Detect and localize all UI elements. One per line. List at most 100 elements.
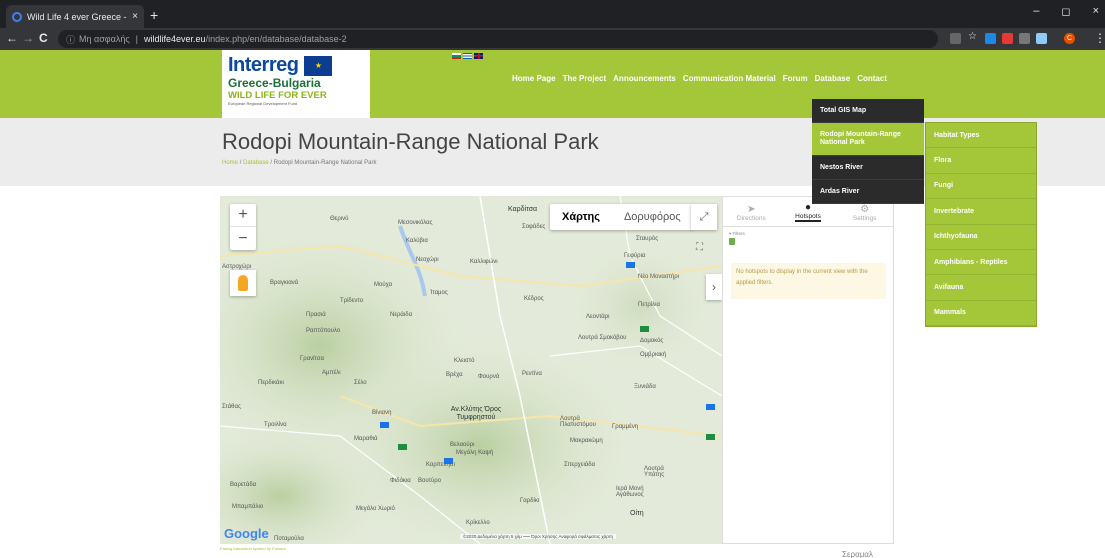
zoom-in-button[interactable]: +	[230, 204, 256, 227]
window-controls: – ◻ ×	[1033, 5, 1099, 18]
extension-icon[interactable]	[1036, 33, 1047, 44]
map-place-label: Κρίκελλο	[466, 520, 490, 526]
logo-subtitle: European Regional Development Fund	[228, 101, 298, 106]
submenu-invertebrate[interactable]: Invertebrate	[926, 199, 1036, 225]
new-tab-button[interactable]: +	[150, 7, 158, 23]
map-place-label: Ίταμος	[430, 290, 448, 296]
street-view-pegman-icon[interactable]	[230, 270, 256, 296]
breadcrumb-database[interactable]: Database	[243, 160, 269, 166]
map-place-label: Ραπτόπουλο	[306, 328, 341, 334]
security-label: Μη ασφαλής	[79, 34, 130, 44]
map-type-satellite-button[interactable]: Δορυφόρος	[612, 204, 693, 230]
map-view[interactable]: Καρδίτσα Θερινό Μεσονικόλας Καλύβια Νεοχ…	[220, 196, 722, 544]
site-logo[interactable]: Interreg ★ Greece-Bulgaria WILD LIFE FOR…	[222, 50, 370, 118]
map-place-label: Γραμμένη	[612, 424, 639, 430]
map-place-label: Καρδίτσα	[508, 206, 538, 213]
filter-marker-icon[interactable]	[729, 238, 735, 245]
logo-greece-bulgaria: Greece-Bulgaria	[228, 76, 321, 90]
map-place-label: Στάθας	[222, 404, 241, 410]
translate-icon[interactable]	[950, 33, 961, 44]
page-title: Rodopi Mountain-Range National Park	[222, 129, 599, 154]
database-dropdown: Total GIS Map Rodopi Mountain-Range Nati…	[812, 99, 924, 204]
map-place-label: Μεσονικόλας	[398, 220, 433, 226]
extension-icon[interactable]	[1019, 33, 1030, 44]
map-place-label: Μεγάλη Καψή	[456, 450, 494, 456]
dropdown-nestos[interactable]: Nestos River	[812, 156, 924, 180]
map-attribution[interactable]: ©2020 Δεδομένα χάρτη 5 χλμ ⎯⎯⎯ Όροι Χρήσ…	[460, 534, 617, 539]
reload-icon[interactable]: C	[39, 31, 48, 45]
pin-icon: ●	[804, 202, 812, 213]
map-place-label: Λουτρά Σμοκόβου	[578, 335, 627, 341]
nav-forum[interactable]: Forum	[783, 74, 808, 83]
zoom-out-button[interactable]: −	[230, 227, 256, 250]
maximize-icon[interactable]: ◻	[1061, 5, 1070, 18]
zoom-control: + −	[230, 204, 256, 250]
minimize-icon[interactable]: –	[1033, 5, 1039, 18]
submenu-avifauna[interactable]: Avifauna	[926, 275, 1036, 301]
map-place-label: Γρανίτσα	[300, 356, 324, 362]
panel-toggle-icon[interactable]: ›	[706, 274, 722, 300]
map-place-label: Φιδάκια	[390, 478, 411, 484]
flag-bg-icon[interactable]	[452, 53, 461, 59]
submenu-habitat-types[interactable]: Habitat Types	[926, 123, 1036, 149]
map-place-label: Λουτρά Πλατυστόμου	[560, 416, 596, 428]
submenu-ichthyofauna[interactable]: Ichthyofauna	[926, 225, 1036, 250]
nav-contact[interactable]: Contact	[857, 74, 887, 83]
translation-footnote[interactable]: Falang translation system by Faboba	[220, 546, 286, 551]
url-host: wildlife4ever.eu	[144, 34, 206, 44]
hotspot-panel: ➤ Directions ● Hotspots ⚙ Settings ▾ Fil…	[722, 196, 894, 544]
map-place-label: Τρίδεντο	[340, 298, 364, 304]
nav-project[interactable]: The Project	[563, 74, 607, 83]
map-place-label: Γαρδίκι	[520, 498, 540, 504]
url-path: /index.php/en/database/database-2	[205, 34, 347, 44]
flag-uk-icon[interactable]	[474, 53, 483, 59]
road-shield-icon	[398, 444, 407, 450]
nav-announcements[interactable]: Announcements	[613, 74, 676, 83]
no-hotspots-message: No hotspots to display in the current vi…	[731, 263, 886, 299]
submenu-mammals[interactable]: Mammals	[926, 301, 1036, 327]
tab-directions[interactable]: ➤ Directions	[723, 197, 780, 226]
dropdown-ardas[interactable]: Ardas River	[812, 180, 924, 204]
bookmark-star-icon[interactable]: ☆	[968, 31, 977, 42]
close-window-icon[interactable]: ×	[1093, 5, 1099, 18]
flag-gr-icon[interactable]	[463, 53, 472, 59]
submenu-amphibians-reptiles[interactable]: Amphibians - Reptiles	[926, 250, 1036, 276]
map-place-label: Βελαούρι	[450, 442, 475, 448]
nav-home[interactable]: Home Page	[512, 74, 556, 83]
breadcrumb-home[interactable]: Home	[222, 160, 238, 166]
tab-close-icon[interactable]: ×	[132, 11, 138, 22]
map-place-label: Ιερά Μονή Αγάθωνος	[616, 486, 644, 498]
dropdown-total-gis-map[interactable]: Total GIS Map	[812, 99, 924, 123]
nav-communication[interactable]: Communication Material	[683, 74, 776, 83]
browser-tabbar: Wild Life 4 ever Greece - Bulgaria × + –…	[0, 0, 1105, 28]
nav-database[interactable]: Database	[815, 74, 851, 83]
map-type-control: Χάρτης Δορυφόρος	[550, 204, 693, 230]
extension-icon[interactable]	[1002, 33, 1013, 44]
submenu-fungi[interactable]: Fungi	[926, 174, 1036, 200]
main-navigation: Home Page The Project Announcements Comm…	[512, 74, 887, 83]
fit-bounds-icon[interactable]: ⛶	[696, 242, 703, 253]
road-shield-icon	[626, 262, 635, 268]
map-place-label: Μούχα	[374, 282, 393, 288]
map-place-label: Σέλο	[354, 380, 367, 386]
map-place-label: Κλειστό	[454, 358, 475, 364]
menu-icon[interactable]: ⋮	[1094, 31, 1105, 45]
dropdown-rodopi[interactable]: Rodopi Mountain-Range National Park	[812, 123, 924, 156]
submenu-flora[interactable]: Flora	[926, 148, 1036, 174]
filters-toggle[interactable]: ▾ Filters	[729, 231, 745, 237]
extension-icon[interactable]	[985, 33, 996, 44]
road-shield-icon	[706, 434, 715, 440]
map-place-label: Λουτρά Υπάτης	[644, 466, 665, 478]
map-type-map-button[interactable]: Χάρτης	[550, 204, 612, 230]
browser-tab[interactable]: Wild Life 4 ever Greece - Bulgaria ×	[6, 5, 144, 28]
logo-interreg: Interreg	[228, 54, 299, 76]
forward-icon[interactable]: →	[22, 31, 34, 45]
map-place-label: Αν.Κλύτης Όρος Τυμφρηστού	[450, 406, 502, 421]
fullscreen-icon[interactable]: ⤢	[691, 204, 717, 230]
site-header	[0, 50, 1105, 118]
profile-avatar[interactable]: C	[1064, 33, 1075, 44]
back-icon[interactable]: ←	[6, 31, 18, 45]
address-bar[interactable]: ⓘ Μη ασφαλής | wildlife4ever.eu /index.p…	[58, 30, 938, 48]
map-place-label: Νεοχώρι	[416, 257, 439, 263]
map-place-label: Ποταμούλα	[274, 536, 304, 542]
